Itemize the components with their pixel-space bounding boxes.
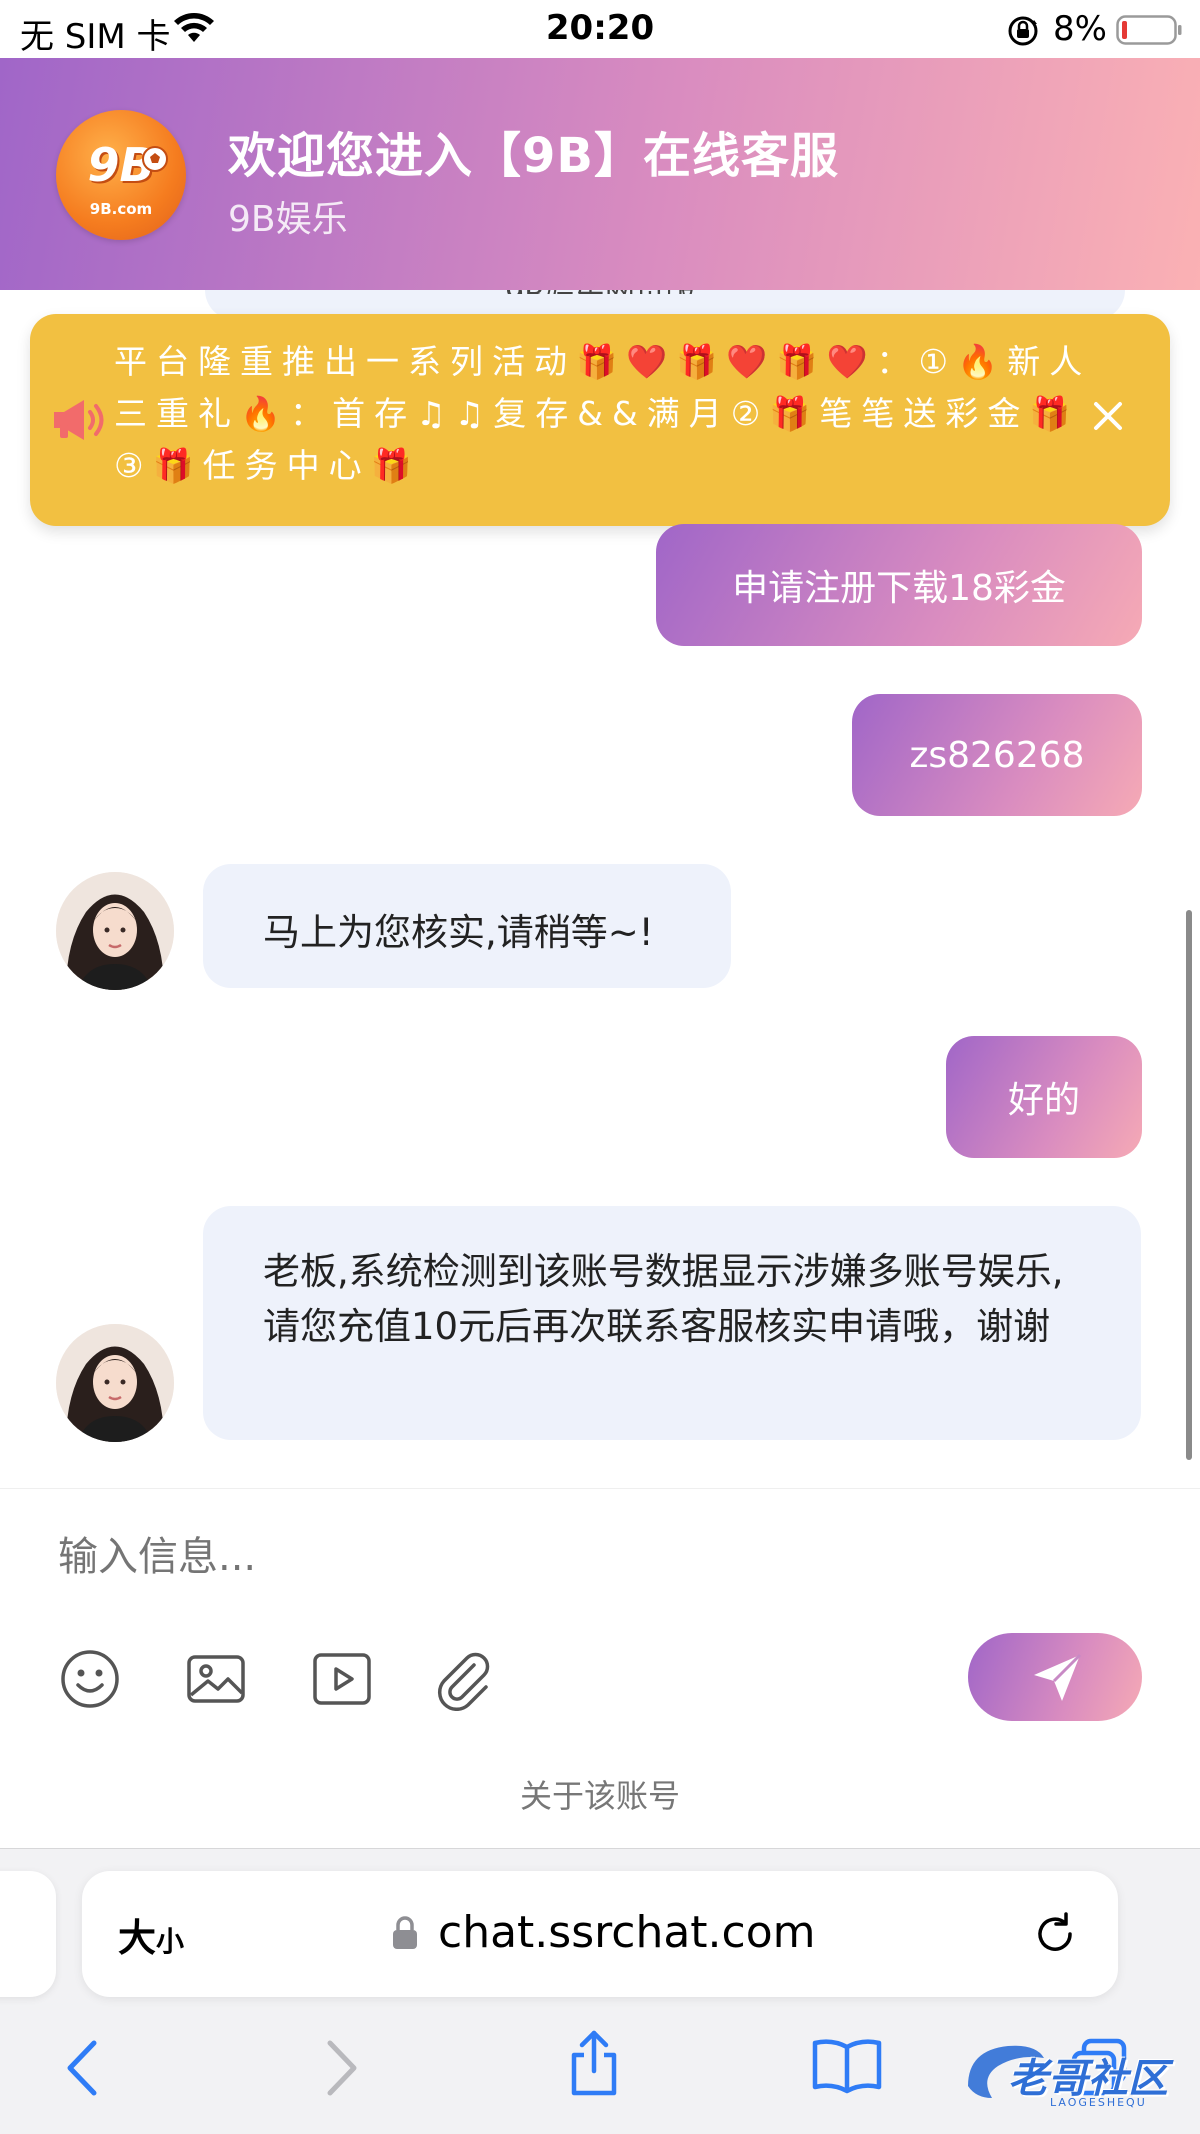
share-icon[interactable] bbox=[564, 2027, 624, 2103]
status-bar: 无 SIM 卡 20:20 8% bbox=[0, 0, 1200, 58]
close-icon[interactable] bbox=[1086, 394, 1130, 438]
text-size-small: 小 bbox=[156, 1925, 185, 1958]
image-icon[interactable] bbox=[184, 1647, 248, 1711]
about-account-link[interactable]: 关于该账号 bbox=[0, 1771, 1200, 1817]
emoji-icon[interactable] bbox=[58, 1647, 122, 1711]
battery-icon bbox=[1116, 14, 1182, 54]
previous-tab-preview[interactable] bbox=[0, 1871, 56, 1997]
logo-domain: 9B.com bbox=[89, 200, 153, 218]
bookmarks-icon[interactable] bbox=[810, 2035, 884, 2099]
address-bar[interactable]: 大小 chat.ssrchat.com bbox=[82, 1871, 1118, 1997]
url-text: chat.ssrchat.com bbox=[438, 1907, 816, 1958]
soccer-ball-icon bbox=[142, 146, 168, 172]
lock-icon bbox=[390, 1915, 420, 1955]
chat-scrollbar[interactable] bbox=[1186, 910, 1192, 1460]
message-outgoing: zs826268 bbox=[852, 694, 1142, 816]
announcement-text: 平台隆重推出一系列活动🎁❤️🎁❤️🎁❤️：①🔥新人三重礼🔥：首存♫♫复存&&满月… bbox=[114, 342, 1092, 485]
forward-icon[interactable] bbox=[322, 2037, 362, 2103]
message-outgoing: 申请注册下载18彩金 bbox=[656, 524, 1142, 646]
brand-logo: 9B 9B.com bbox=[56, 110, 186, 240]
text-size-button[interactable]: 大小 bbox=[118, 1907, 184, 1962]
message-composer: 关于该账号 bbox=[0, 1488, 1200, 1848]
page-subtitle: 9B娱乐 bbox=[228, 199, 348, 240]
message-text: 好的 bbox=[1007, 1080, 1080, 1121]
message-text: 申请注册下载18彩金 bbox=[732, 568, 1066, 609]
message-text: zs826268 bbox=[909, 734, 1085, 776]
chat-header: 9B 9B.com 欢迎您进入【9B】在线客服 9B娱乐 bbox=[0, 58, 1200, 290]
battery-percent: 8% bbox=[1053, 9, 1107, 49]
message-text: 老板,系统检测到该账号数据显示涉嫌多账号娱乐,请您充值10元后再次联系客服核实申… bbox=[263, 1250, 1064, 1348]
watermark-logo: 老哥社区 LAOGESHEQU bbox=[958, 2036, 1190, 2116]
agent-avatar bbox=[56, 1324, 174, 1442]
message-incoming: 马上为您核实,请稍等~! bbox=[203, 864, 731, 988]
agent-avatar bbox=[56, 872, 174, 990]
send-button[interactable] bbox=[968, 1633, 1142, 1721]
message-incoming: 老板,系统检测到该账号数据显示涉嫌多账号娱乐,请您充值10元后再次联系客服核实申… bbox=[203, 1206, 1141, 1440]
rotation-lock-icon bbox=[1006, 14, 1040, 57]
announcement-banner: 平台隆重推出一系列活动🎁❤️🎁❤️🎁❤️：①🔥新人三重礼🔥：首存♫♫复存&&满月… bbox=[30, 314, 1170, 526]
message-input[interactable] bbox=[58, 1527, 958, 1587]
message-outgoing: 好的 bbox=[946, 1036, 1142, 1158]
message-text: 马上为您核实,请稍等~! bbox=[263, 911, 654, 954]
megaphone-icon bbox=[50, 394, 106, 446]
send-icon bbox=[1034, 1653, 1082, 1701]
watermark-subtext: LAOGESHEQU bbox=[1050, 2096, 1147, 2109]
page-title: 欢迎您进入【9B】在线客服 bbox=[228, 128, 839, 184]
attachment-icon[interactable] bbox=[432, 1647, 496, 1711]
text-size-large: 大 bbox=[118, 1916, 157, 1960]
back-icon[interactable] bbox=[62, 2037, 102, 2103]
reload-icon[interactable] bbox=[1030, 1909, 1080, 1963]
video-icon[interactable] bbox=[310, 1647, 374, 1711]
